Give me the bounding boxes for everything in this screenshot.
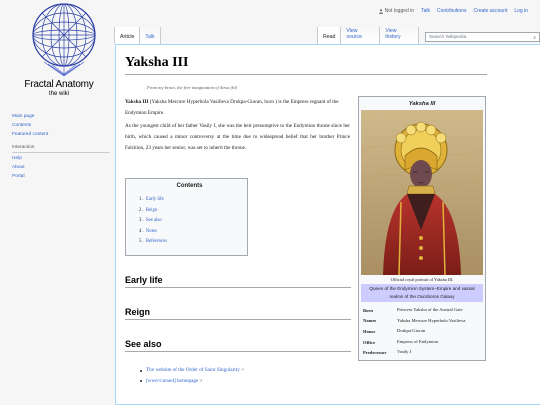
external-link-order-saint-singularity[interactable]: The website of the Order of Saint Singul… bbox=[146, 367, 240, 373]
infobox-row-names: Names Yaksha Mercure Hyperbola Vasilieva bbox=[361, 316, 483, 327]
toc-link-see-also[interactable]: See also bbox=[146, 218, 162, 223]
royal-portrait-image[interactable] bbox=[361, 110, 483, 275]
infobox-key: Office bbox=[363, 339, 375, 345]
search-placeholder: Search Wikipedia bbox=[428, 34, 467, 40]
sidebar-item-help[interactable]: Help bbox=[12, 154, 110, 163]
toc-link-early-life[interactable]: Early life bbox=[146, 197, 164, 202]
infobox-value: Empress of Endymion bbox=[397, 338, 439, 344]
sidebar: Main page Contents Featured content Inte… bbox=[12, 112, 110, 181]
tab-article[interactable]: Article bbox=[114, 27, 141, 44]
infobox-row-house: House Drukpa-Gioran bbox=[361, 326, 483, 337]
contributions-link[interactable]: Contributions bbox=[437, 8, 466, 14]
personal-tools: Not logged in Talk Contributions Create … bbox=[378, 8, 528, 14]
namespace-tabs: Article Talk bbox=[114, 27, 161, 44]
toc-dot: . bbox=[142, 239, 144, 245]
infobox: Yaksha III Official royal portrait of Ya… bbox=[358, 96, 486, 361]
table-of-contents: Contents 1. Early life 2. Reign 3. See a… bbox=[125, 178, 248, 256]
infobox-row-predecessor: Predecessor Vasily I bbox=[361, 347, 483, 358]
infobox-key: Names bbox=[363, 318, 377, 324]
toc-item[interactable]: 3. See also bbox=[139, 216, 240, 227]
view-tabs: Read View source View history Search Wik… bbox=[317, 27, 540, 44]
sidebar-heading-interaction: Interaction bbox=[12, 144, 110, 153]
tab-talk[interactable]: Talk bbox=[140, 27, 161, 44]
toc-dot: . bbox=[142, 218, 144, 224]
infobox-row-born: Born Princess Yaksha of the Austral Gate bbox=[361, 305, 483, 316]
toc-item[interactable]: 1. Early life bbox=[139, 195, 240, 206]
logo-title: Fractal Anatomy bbox=[24, 79, 94, 90]
toc-link-notes[interactable]: Notes bbox=[146, 229, 157, 234]
sidebar-item-featured-content[interactable]: Featured content bbox=[12, 130, 110, 139]
external-link-cursed-homepage[interactable]: [wwe//cursed] homepage bbox=[146, 378, 198, 384]
search-input[interactable]: Search Wikipedia ⌕ bbox=[424, 32, 540, 42]
lead-paragraph: Yaksha III (Yaksha Mercure Hyperbola Vas… bbox=[125, 97, 350, 119]
toc-link-reign[interactable]: Reign bbox=[146, 208, 157, 213]
tab-view-history[interactable]: View history bbox=[380, 27, 419, 44]
infobox-caption: Official royal portrait of Yaksha III. bbox=[390, 277, 454, 282]
search-icon[interactable]: ⌕ bbox=[533, 35, 536, 41]
external-link-icon: ↗ bbox=[240, 367, 245, 372]
second-paragraph: As the youngest child of her father Vasi… bbox=[125, 123, 350, 151]
list-item: The website of the Order of Saint Singul… bbox=[139, 365, 245, 376]
infobox-value: Princess Yaksha of the Austral Gate bbox=[397, 307, 463, 312]
infobox-subtitle: Queen of the Endymion System–Empire and … bbox=[361, 284, 483, 302]
page-title: Yaksha III bbox=[125, 55, 487, 75]
toc-dot: . bbox=[142, 207, 144, 213]
user-status: Not logged in bbox=[378, 8, 415, 14]
create-account-link[interactable]: Create account bbox=[473, 8, 507, 14]
not-logged-in-text: Not logged in bbox=[384, 8, 415, 14]
sidebar-item-main-page[interactable]: Main page bbox=[12, 112, 110, 121]
toc-dot: . bbox=[142, 228, 144, 234]
toc-dot: . bbox=[142, 197, 144, 202]
infobox-rows: Born Princess Yaksha of the Austral Gate … bbox=[361, 305, 483, 358]
talk-link[interactable]: Talk bbox=[421, 8, 430, 14]
log-in-link[interactable]: Log in bbox=[514, 8, 528, 14]
infobox-value: Yaksha Mercure Hyperbola Vasilieva bbox=[397, 317, 466, 323]
section-heading-reign: Reign bbox=[125, 307, 351, 320]
toc-item[interactable]: 2. Reign bbox=[139, 206, 240, 217]
sidebar-item-portal[interactable]: Portal bbox=[12, 172, 110, 181]
infobox-row-office: Office Empress of Endymion bbox=[361, 337, 483, 348]
toc-link-references[interactable]: References bbox=[146, 239, 167, 244]
toc-title: Contents bbox=[176, 183, 203, 189]
lead-text: (Yaksha Mercure Hyperbola Vasilieva Druk… bbox=[125, 99, 339, 116]
logo-tagline: the wiki bbox=[48, 91, 69, 97]
section-heading-see-also: See also bbox=[125, 339, 351, 352]
see-also-list: The website of the Order of Saint Singul… bbox=[139, 365, 245, 387]
infobox-value: Drukpa-Gioran bbox=[397, 328, 426, 334]
content-area: Yaksha III From my brain, the free imagi… bbox=[115, 44, 540, 405]
infobox-key: Predecessor bbox=[363, 350, 387, 356]
tab-view-source[interactable]: View source bbox=[341, 27, 381, 44]
tab-read[interactable]: Read bbox=[317, 27, 342, 44]
toc-item[interactable]: 5. References bbox=[139, 237, 240, 248]
section-heading-early-life: Early life bbox=[125, 275, 351, 288]
external-link-icon: ↗ bbox=[199, 377, 203, 383]
lead-bold-name: Yaksha III bbox=[125, 99, 149, 105]
sidebar-item-about[interactable]: About bbox=[12, 163, 110, 172]
infobox-value: Vasily I bbox=[397, 349, 412, 355]
toc-item[interactable]: 4. Notes bbox=[139, 227, 240, 238]
infobox-key: Born bbox=[363, 307, 373, 313]
hatnote: From my brain, the free imagination of S… bbox=[147, 85, 238, 90]
sidebar-item-contents[interactable]: Contents bbox=[12, 121, 110, 130]
list-item: [wwe//cursed] homepage↗ bbox=[139, 376, 244, 387]
infobox-key: House bbox=[363, 328, 376, 334]
user-icon bbox=[378, 8, 383, 14]
infobox-title: Yaksha III bbox=[408, 101, 436, 107]
